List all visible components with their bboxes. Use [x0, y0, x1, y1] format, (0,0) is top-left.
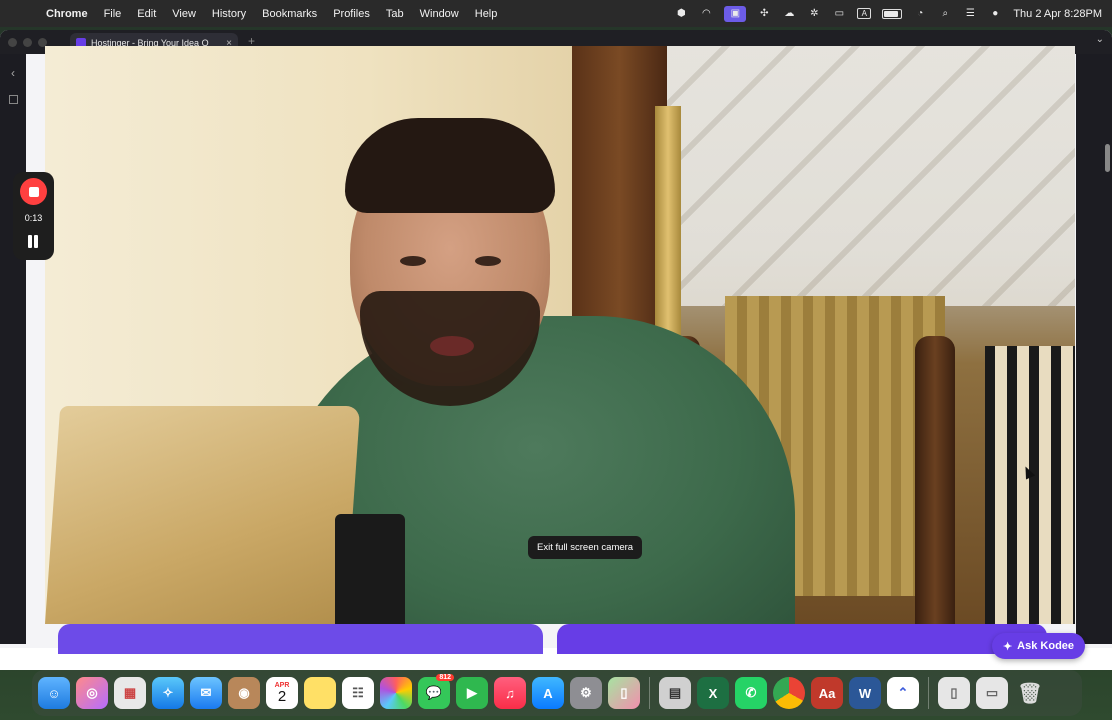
- sparkle-icon: ✦: [1002, 640, 1013, 653]
- page-sidebar: ‹: [0, 54, 26, 644]
- video-person-hair: [345, 118, 555, 213]
- video-chair-back: [985, 346, 1075, 624]
- pause-recording-button[interactable]: [26, 235, 40, 249]
- arc-icon[interactable]: ⌃: [887, 677, 919, 709]
- calendar-day: 2: [277, 688, 287, 705]
- ask-kodee-button[interactable]: ✦ Ask Kodee: [992, 633, 1085, 659]
- menu-help[interactable]: Help: [467, 8, 506, 20]
- menubar-clock[interactable]: Thu 2 Apr 8:28PM: [1013, 8, 1102, 20]
- battery-icon[interactable]: [882, 8, 903, 19]
- reminders-icon[interactable]: ☷: [342, 677, 374, 709]
- menu-file[interactable]: File: [96, 8, 130, 20]
- shield-icon[interactable]: ⬢: [674, 8, 688, 20]
- safari-icon[interactable]: ✧: [152, 677, 184, 709]
- menu-bookmarks[interactable]: Bookmarks: [254, 8, 325, 20]
- video-ceiling: [665, 46, 1075, 306]
- dock-separator: [649, 677, 650, 709]
- page-card-left[interactable]: [58, 624, 543, 654]
- document-icon[interactable]: ▯: [938, 677, 970, 709]
- menu-view[interactable]: View: [164, 8, 204, 20]
- messages-icon[interactable]: 💬 812: [418, 674, 454, 709]
- search-icon[interactable]: ⌕: [938, 8, 952, 20]
- app-store-icon[interactable]: A: [532, 677, 564, 709]
- app-menu: Chrome File Edit View History Bookmarks …: [38, 8, 505, 20]
- wifi-icon[interactable]: ◔: [913, 8, 927, 20]
- video-chair-post-right: [915, 336, 955, 624]
- menu-edit[interactable]: Edit: [129, 8, 164, 20]
- menu-chrome[interactable]: Chrome: [38, 8, 96, 20]
- close-window-button[interactable]: [8, 37, 17, 47]
- video-person-eye-right: [475, 256, 501, 266]
- menu-history[interactable]: History: [204, 8, 254, 20]
- contacts-icon[interactable]: ◉: [228, 677, 260, 709]
- music-icon[interactable]: ♫: [494, 677, 526, 709]
- siri-icon[interactable]: ●: [988, 8, 1002, 20]
- trash-icon[interactable]: 🗑: [1014, 677, 1046, 709]
- dock: ☺ ◎ ▦ ✧ ✉ ◉ APR 2 ☷ 💬 812 ▶ ♫ A ⚙ ▯ ▤ X …: [32, 670, 1082, 716]
- menu-bar: Chrome File Edit View History Bookmarks …: [0, 0, 1112, 27]
- exit-fullscreen-camera-tooltip[interactable]: Exit full screen camera: [528, 536, 643, 559]
- finder-icon[interactable]: ☺: [38, 677, 70, 709]
- whatsapp-icon[interactable]: ✆: [735, 677, 767, 709]
- chevron-left-icon[interactable]: ‹: [0, 66, 26, 80]
- menu-window[interactable]: Window: [412, 8, 467, 20]
- input-source-icon[interactable]: A: [857, 8, 872, 19]
- recording-timer: 0:13: [24, 213, 43, 223]
- dock-separator-2: [928, 677, 929, 709]
- system-settings-icon[interactable]: ⚙: [570, 677, 602, 709]
- stop-recording-button[interactable]: [20, 178, 47, 205]
- display-icon[interactable]: ▭: [832, 8, 846, 20]
- camera-video[interactable]: Exit full screen camera: [45, 46, 1075, 624]
- window-controls: [8, 37, 47, 47]
- cloud-icon[interactable]: ☁: [782, 8, 796, 20]
- mail-icon[interactable]: ✉: [190, 677, 222, 709]
- rainbow-icon[interactable]: ◠: [699, 8, 713, 20]
- calendar-icon[interactable]: APR 2: [266, 677, 298, 709]
- gear-badge-icon[interactable]: ✲: [807, 8, 821, 20]
- video-microphone: [335, 514, 405, 624]
- menu-tab[interactable]: Tab: [378, 8, 412, 20]
- butterfly-icon[interactable]: ✣: [757, 8, 771, 20]
- iphone-mirroring-icon[interactable]: ▯: [608, 677, 640, 709]
- menu-profiles[interactable]: Profiles: [325, 8, 378, 20]
- desktop: Chrome File Edit View History Bookmarks …: [0, 0, 1112, 720]
- minimize-window-button[interactable]: [23, 37, 32, 47]
- video-person-eye-left: [400, 256, 426, 266]
- excel-icon[interactable]: X: [697, 677, 729, 709]
- page-card-right[interactable]: [557, 624, 1047, 654]
- word-icon[interactable]: W: [849, 677, 881, 709]
- scrollbar[interactable]: [1105, 144, 1110, 172]
- recording-widget: 0:13: [13, 172, 54, 260]
- status-area: ⬢ ◠ ▣ ✣ ☁ ✲ ▭ A ◔ ⌕ ☰ ● Thu 2 Apr 8:28PM: [674, 0, 1102, 27]
- photos-icon[interactable]: [380, 677, 412, 709]
- notes-icon[interactable]: [304, 677, 336, 709]
- ask-kodee-label: Ask Kodee: [1017, 640, 1075, 652]
- grid-icon[interactable]: [8, 95, 18, 104]
- calculator-icon[interactable]: ▤: [659, 677, 691, 709]
- video-person-mouth: [430, 336, 474, 356]
- dictionary-icon[interactable]: Aa: [811, 677, 843, 709]
- creative-cloud-icon[interactable]: ◎: [76, 677, 108, 709]
- right-gutter: [1076, 54, 1112, 644]
- control-center-icon[interactable]: ☰: [963, 8, 977, 20]
- screen-record-icon[interactable]: ▣: [724, 5, 747, 22]
- file-stack-icon[interactable]: ▭: [976, 677, 1008, 709]
- facetime-icon[interactable]: ▶: [456, 677, 488, 709]
- tab-search-button[interactable]: ⌄: [1096, 34, 1104, 45]
- chrome-icon[interactable]: [773, 677, 805, 709]
- launchpad-icon[interactable]: ▦: [114, 677, 146, 709]
- messages-badge: 812: [436, 674, 454, 681]
- video-laptop: [45, 406, 361, 624]
